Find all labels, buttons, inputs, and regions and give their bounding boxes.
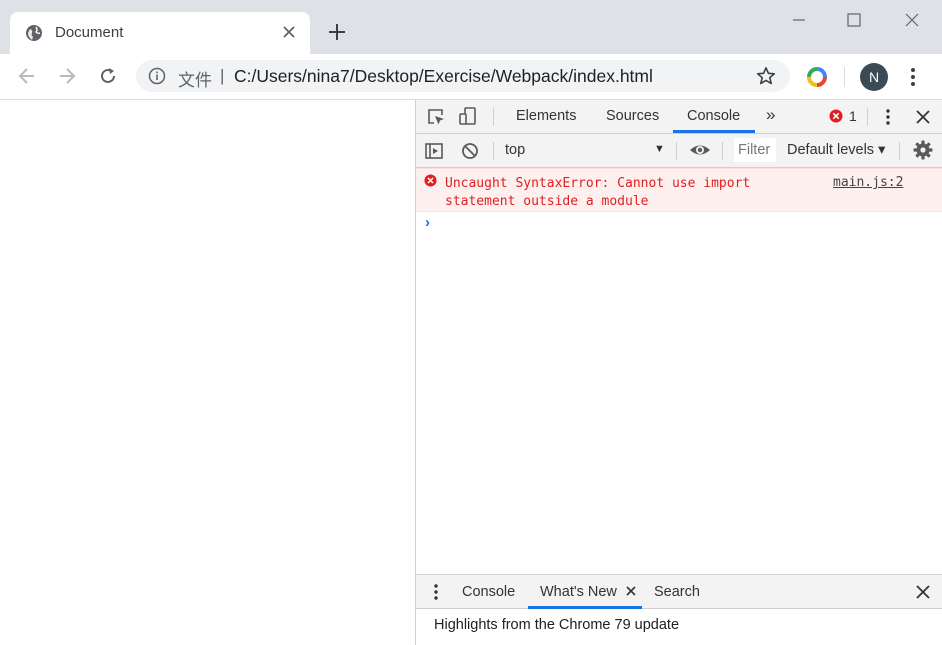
toolbar-separator-4: [899, 142, 900, 160]
live-expression-eye-icon[interactable]: [689, 140, 711, 160]
show-sidebar-icon[interactable]: [424, 141, 444, 161]
active-tab-indicator: [673, 130, 755, 133]
kebab-menu-icon[interactable]: [905, 66, 921, 88]
console-error-message[interactable]: Uncaught SyntaxError: Cannot use import …: [416, 168, 942, 212]
toolbar-separator: [493, 142, 494, 160]
drawer-active-indicator: [528, 606, 642, 609]
error-count[interactable]: 1: [849, 108, 857, 124]
toolbar-divider: [844, 67, 845, 87]
tab-console[interactable]: Console: [687, 108, 740, 124]
page-viewport: [0, 100, 415, 645]
console-toolbar: top ▼ Filter Default levels ▾: [416, 134, 942, 168]
drawer-tab-whats-new[interactable]: What's New: [540, 584, 617, 600]
device-toolbar-icon[interactable]: [458, 106, 478, 126]
more-tabs-button[interactable]: »: [766, 105, 775, 125]
new-tab-icon[interactable]: [327, 22, 347, 42]
extension-ring-icon[interactable]: [806, 66, 828, 88]
minimize-icon[interactable]: [791, 12, 807, 28]
drawer-menu-icon[interactable]: [426, 582, 446, 602]
error-badge-icon: [829, 109, 843, 123]
url-text[interactable]: C:/Users/nina7/Desktop/Exercise/Webpack/…: [234, 66, 653, 87]
bookmark-star-icon[interactable]: [756, 66, 776, 86]
close-window-icon[interactable]: [904, 12, 920, 28]
file-scheme-label: 文件: [178, 71, 212, 90]
error-icon: [424, 174, 437, 187]
filter-input[interactable]: Filter: [734, 138, 776, 162]
tabbar-separator: [493, 108, 494, 126]
devtools-tabbar: Elements Sources Console » 1: [416, 100, 942, 134]
context-selector[interactable]: top: [505, 142, 525, 158]
filter-placeholder: Filter: [738, 142, 771, 158]
tab-title: Document: [55, 24, 124, 41]
globe-icon: [26, 25, 42, 41]
tab-sources[interactable]: Sources: [606, 108, 659, 124]
browser-toolbar: 文件 | C:/Users/nina7/Desktop/Exercise/Web…: [0, 54, 942, 100]
toolbar-separator-3: [722, 142, 723, 160]
devtools-menu-icon[interactable]: [878, 107, 898, 127]
profile-avatar[interactable]: N: [860, 63, 888, 91]
back-arrow-icon[interactable]: [16, 65, 38, 87]
tabbar-separator-2: [867, 108, 868, 126]
inspect-element-icon[interactable]: [426, 107, 446, 127]
console-prompt[interactable]: ›: [425, 214, 430, 231]
toolbar-separator-2: [676, 142, 677, 160]
clear-console-icon[interactable]: [460, 141, 480, 161]
log-levels-dropdown[interactable]: Default levels ▾: [787, 142, 885, 158]
address-bar[interactable]: 文件 | C:/Users/nina7/Desktop/Exercise/Web…: [136, 60, 790, 92]
close-drawer-tab-icon[interactable]: [625, 585, 637, 597]
drawer-tab-console[interactable]: Console: [462, 584, 515, 600]
tab-elements[interactable]: Elements: [516, 108, 576, 124]
title-bar: Document: [0, 0, 942, 54]
info-icon[interactable]: [148, 67, 166, 85]
drawer-tabbar: Console What's New Search: [416, 574, 942, 609]
console-settings-gear-icon[interactable]: [913, 140, 933, 160]
drawer-tab-search[interactable]: Search: [654, 584, 700, 600]
close-devtools-icon[interactable]: [913, 107, 933, 127]
error-source-link[interactable]: main.js:2: [833, 175, 903, 190]
whats-new-headline: Highlights from the Chrome 79 update: [434, 617, 680, 633]
close-tab-icon[interactable]: [281, 24, 297, 40]
context-dropdown-arrow[interactable]: ▼: [654, 143, 665, 155]
reload-icon[interactable]: [97, 65, 119, 87]
error-text: Uncaught SyntaxError: Cannot use import …: [445, 176, 751, 209]
forward-arrow-icon[interactable]: [56, 65, 78, 87]
browser-tab[interactable]: Document: [10, 12, 310, 54]
scheme-separator: |: [220, 66, 225, 85]
devtools-panel: Elements Sources Console » 1 top ▼ Filte…: [415, 100, 942, 645]
maximize-icon[interactable]: [846, 12, 862, 28]
close-drawer-icon[interactable]: [913, 582, 933, 602]
